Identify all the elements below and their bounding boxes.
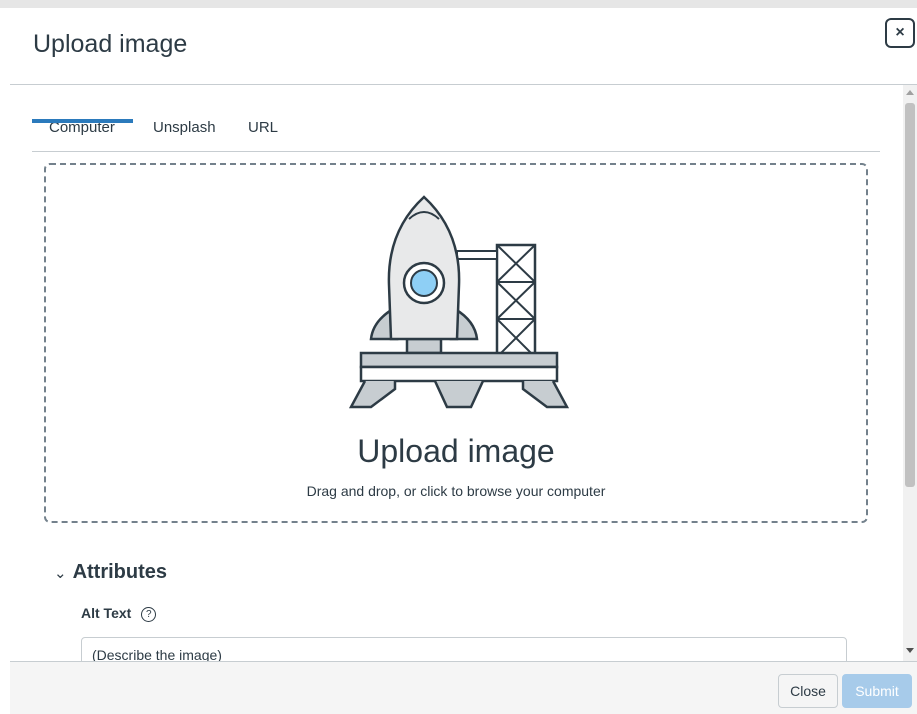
tab-url[interactable]: URL (248, 119, 278, 136)
dialog-footer: Close Submit (10, 661, 917, 714)
upload-dropzone[interactable]: Upload image Drag and drop, or click to … (44, 163, 868, 523)
attributes-toggle[interactable]: ⌄ Attributes (54, 561, 167, 584)
dialog-header: Upload image × (10, 8, 917, 85)
dialog-scrollbar[interactable] (903, 85, 917, 661)
submit-button[interactable]: Submit (842, 674, 912, 708)
backdrop-edge (0, 0, 917, 8)
tab-unsplash[interactable]: Unsplash (153, 119, 216, 136)
help-icon[interactable]: ? (141, 607, 157, 622)
close-icon[interactable]: × (885, 18, 915, 48)
attributes-heading: Attributes (72, 561, 168, 583)
active-tab-indicator (32, 119, 133, 123)
scroll-down-arrow-icon[interactable] (906, 648, 914, 653)
dropzone-subtitle: Drag and drop, or click to browse your c… (306, 483, 606, 499)
dropzone-title: Upload image (357, 433, 555, 469)
scroll-up-arrow-icon[interactable] (906, 90, 914, 95)
rocket-launch-icon (349, 195, 569, 409)
close-button[interactable]: Close (778, 674, 838, 708)
alt-text-label: Alt Text (81, 605, 132, 621)
chevron-down-icon: ⌄ (54, 565, 67, 582)
dialog-title: Upload image (33, 30, 188, 58)
source-tabs: Computer Unsplash URL (32, 107, 880, 152)
alt-text-label-row: Alt Text? (81, 605, 157, 622)
dialog-body: Computer Unsplash URL Upload image Drag … (10, 85, 903, 661)
scroll-thumb[interactable] (905, 103, 915, 487)
upload-image-dialog: Upload image × Computer Unsplash URL Upl… (0, 0, 917, 714)
alt-text-input[interactable] (81, 637, 847, 661)
